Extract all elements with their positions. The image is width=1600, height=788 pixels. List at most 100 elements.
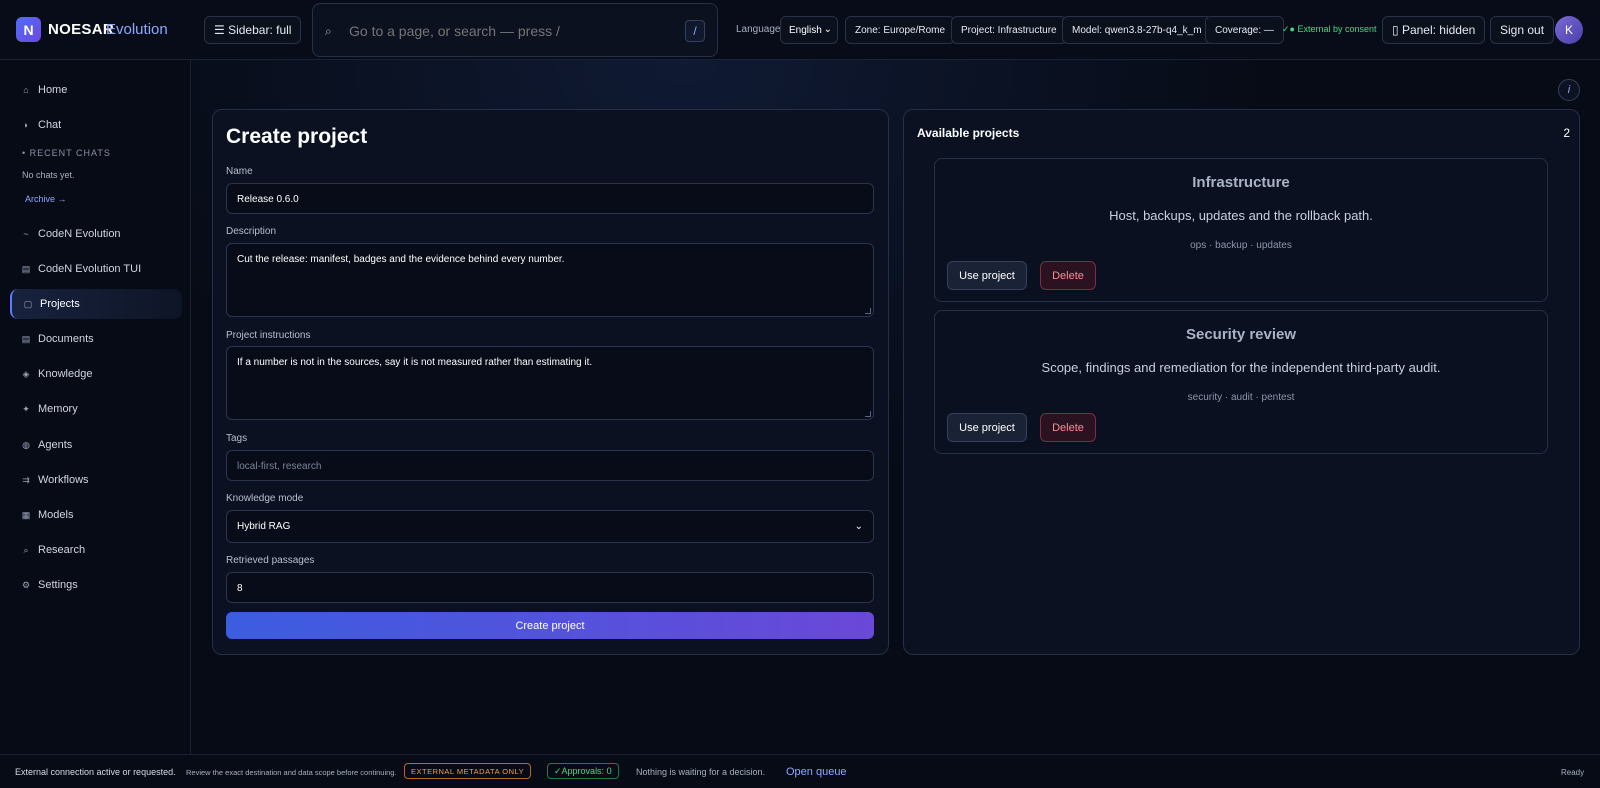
project-card: Security review Scope, findings and reme… (934, 310, 1548, 454)
knowledge-icon: ◈ (22, 368, 30, 379)
instructions-text: If a number is not in the sources, say i… (237, 357, 593, 368)
sign-out-button[interactable]: Sign out (1490, 16, 1555, 44)
folder-icon: ▢ (23, 298, 33, 309)
tags-label: Tags (226, 433, 248, 444)
archive-link[interactable]: Archive → (25, 194, 67, 204)
recent-chats-heading: • RECENT CHATS (22, 148, 111, 158)
language-select[interactable]: English ⌄ (780, 16, 838, 44)
available-projects-title: Available projects (917, 126, 1020, 140)
sidebar-item-chat[interactable]: ◗ Chat (10, 110, 182, 140)
name-label: Name (226, 166, 253, 177)
external-metadata-badge: EXTERNAL METADATA ONLY (404, 763, 532, 779)
search-shortcut-key: / (685, 20, 705, 42)
brand-subtitle: Evolution (106, 21, 168, 38)
language-value: English (789, 24, 822, 36)
sidebar-item-label: Memory (38, 403, 78, 415)
resize-handle-icon[interactable] (865, 411, 871, 417)
sidebar-item-label: Documents (38, 333, 94, 345)
wave-icon: ~ (23, 229, 29, 239)
sidebar-item-label: Chat (38, 119, 62, 131)
panel-toggle-button[interactable]: ▯ Panel: hidden (1382, 16, 1486, 44)
description-field[interactable]: Cut the release: manifest, badges and th… (226, 243, 874, 317)
sidebar-item-home[interactable]: ⌂ Home (10, 75, 182, 105)
sidebar-item-label: Agents (38, 439, 73, 451)
approvals-badge[interactable]: ✓Approvals: 0 (547, 763, 619, 779)
document-icon: ▤ (21, 333, 31, 344)
project-description: Host, backups, updates and the rollback … (1109, 208, 1373, 223)
no-chats-text: No chats yet. (22, 170, 75, 180)
language-label: Language (736, 24, 781, 35)
sidebar-item-agents[interactable]: ◍ Agents (10, 430, 182, 460)
sidebar-item-documents[interactable]: ▤ Documents (10, 324, 182, 354)
avatar[interactable]: K (1555, 16, 1583, 44)
tags-field[interactable]: local-first, research (226, 450, 874, 481)
connection-status: External connection active or requested. (15, 767, 176, 777)
sidebar-item-label: Home (38, 84, 68, 96)
instructions-label: Project instructions (226, 330, 311, 341)
create-project-button[interactable]: Create project (226, 612, 874, 639)
sidebar-item-settings[interactable]: ⚙ Settings (10, 570, 182, 600)
workflow-icon: ⇉ (22, 474, 30, 485)
model-chip[interactable]: Model: qwen3.8-27b-q4_k_m (1062, 16, 1212, 44)
resize-handle-icon[interactable] (865, 308, 871, 314)
sparkle-icon: ✦ (22, 403, 30, 414)
sidebar-item-label: Research (38, 544, 86, 556)
project-description: Scope, findings and remediation for the … (1041, 360, 1441, 375)
sidebar-item-research[interactable]: ⌕ Research (10, 535, 182, 565)
instructions-field[interactable]: If a number is not in the sources, say i… (226, 346, 874, 420)
knowledge-mode-select[interactable]: Hybrid RAG ⌄ (226, 510, 874, 543)
zone-chip[interactable]: Zone: Europe/Rome (845, 16, 956, 44)
delete-project-button[interactable]: Delete (1040, 413, 1096, 442)
status-bar: External connection active or requested.… (0, 754, 1600, 788)
search-input[interactable] (349, 20, 679, 42)
passages-field[interactable]: 8 (226, 572, 874, 603)
sidebar-item-label: CodeN Evolution (38, 228, 121, 240)
sidebar-item-coden-evolution[interactable]: ~ CodeN Evolution (10, 219, 182, 249)
chevron-down-icon: ⌄ (854, 521, 863, 532)
project-name: Infrastructure (1192, 174, 1290, 191)
gear-icon: ⚙ (21, 579, 31, 590)
knowledge-mode-value: Hybrid RAG (237, 521, 291, 532)
name-field[interactable]: Release 0.6.0 (226, 183, 874, 214)
use-project-button[interactable]: Use project (947, 413, 1027, 442)
ready-status: Ready (1561, 768, 1585, 777)
connection-note: Review the exact destination and data sc… (186, 768, 397, 777)
sidebar-item-projects[interactable]: ▢ Projects (10, 289, 182, 319)
sidebar-toggle-button[interactable]: ☰ Sidebar: full (204, 16, 302, 44)
sidebar-item-models[interactable]: ▦ Models (10, 500, 182, 530)
sidebar-item-coden-evolution-tui[interactable]: ▤ CodeN Evolution TUI (10, 254, 182, 284)
sidebar-item-workflows[interactable]: ⇉ Workflows (10, 465, 182, 495)
delete-project-button[interactable]: Delete (1040, 261, 1096, 290)
sidebar-item-label: Knowledge (38, 368, 93, 380)
info-button[interactable]: i (1558, 79, 1580, 101)
use-project-button[interactable]: Use project (947, 261, 1027, 290)
terminal-icon: ▤ (21, 263, 31, 274)
passages-label: Retrieved passages (226, 555, 315, 566)
model-icon: ▦ (21, 509, 31, 520)
search-icon: ⌕ (23, 544, 29, 555)
app-logo[interactable]: N (16, 17, 41, 42)
project-count: 2 (1563, 126, 1570, 140)
sidebar-item-knowledge[interactable]: ◈ Knowledge (10, 359, 182, 389)
brand-name: NOESAR (48, 21, 114, 38)
page-title: Create project (226, 125, 368, 148)
chat-icon: ◗ (23, 120, 29, 130)
coverage-chip[interactable]: Coverage: — (1205, 16, 1284, 44)
sidebar-item-memory[interactable]: ✦ Memory (10, 394, 182, 424)
chevron-down-icon: ⌄ (823, 24, 832, 35)
sidebar-item-label: Workflows (38, 474, 89, 486)
sidebar-item-label: Settings (38, 579, 78, 591)
project-tags: ops · backup · updates (1190, 240, 1292, 251)
project-chip[interactable]: Project: Infrastructure (951, 16, 1067, 44)
project-card: Infrastructure Host, backups, updates an… (934, 158, 1548, 302)
global-search[interactable]: ⌕ / (312, 3, 718, 57)
description-text: Cut the release: manifest, badges and th… (237, 254, 565, 265)
sidebar-item-label: Projects (40, 298, 80, 310)
agent-icon: ◍ (22, 439, 30, 450)
search-icon: ⌕ (325, 24, 332, 38)
project-name: Security review (1185, 326, 1297, 343)
project-tags: security · audit · pentest (1187, 392, 1295, 403)
open-queue-link[interactable]: Open queue (786, 766, 847, 778)
queue-status: Nothing is waiting for a decision. (636, 767, 766, 777)
top-bar: N NOESAR Evolution ☰ Sidebar: full ⌕ / L… (0, 0, 1600, 60)
